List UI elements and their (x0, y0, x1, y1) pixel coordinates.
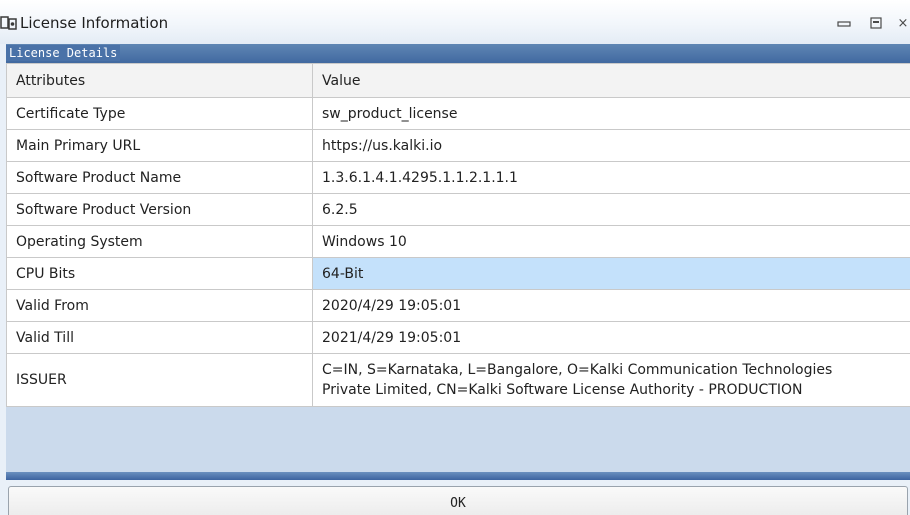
value-cell-selected[interactable]: 64-Bit (312, 257, 910, 290)
table-row[interactable]: Valid Till 2021/4/29 19:05:01 (6, 321, 910, 354)
issuer-line-2: Private Limited, CN=Kalki Software Licen… (322, 382, 803, 398)
attribute-cell[interactable]: CPU Bits (6, 257, 313, 290)
title-bar[interactable]: License Information × (0, 0, 910, 44)
attribute-cell[interactable]: Operating System (6, 225, 313, 258)
value-cell[interactable]: 2020/4/29 19:05:01 (312, 289, 910, 322)
value-cell[interactable]: 1.3.6.1.4.1.4295.1.1.2.1.1.1 (312, 161, 910, 194)
issuer-line-1: C=IN, S=Karnataka, L=Bangalore, O=Kalki … (322, 362, 833, 378)
column-header-value[interactable]: Value (312, 63, 910, 98)
value-cell-issuer[interactable]: C=IN, S=Karnataka, L=Bangalore, O=Kalki … (312, 353, 910, 407)
minimize-button[interactable] (834, 13, 854, 33)
attribute-cell[interactable]: Main Primary URL (6, 129, 313, 162)
ok-button[interactable]: OK (8, 486, 908, 515)
maximize-icon (870, 17, 882, 29)
bottom-divider-bar (6, 472, 910, 480)
table-row[interactable]: Operating System Windows 10 (6, 225, 910, 258)
attribute-cell[interactable]: ISSUER (6, 353, 313, 407)
license-app-icon (0, 16, 17, 30)
license-details-table: Attributes Value Certificate Type sw_pro… (6, 63, 910, 407)
license-information-window: License Information × License Details At… (0, 0, 910, 515)
license-details-group: License Details Attributes Value Certifi… (6, 44, 910, 472)
value-cell[interactable]: https://us.kalki.io (312, 129, 910, 162)
group-legend: License Details (6, 45, 121, 61)
value-cell[interactable]: 2021/4/29 19:05:01 (312, 321, 910, 354)
table-header-row: Attributes Value (6, 63, 910, 98)
window-title: License Information (20, 14, 169, 32)
minimize-icon (837, 21, 851, 27)
table-row[interactable]: Certificate Type sw_product_license (6, 97, 910, 130)
attribute-cell[interactable]: Software Product Name (6, 161, 313, 194)
value-cell[interactable]: sw_product_license (312, 97, 910, 130)
value-cell[interactable]: Windows 10 (312, 225, 910, 258)
close-button[interactable]: × (896, 13, 910, 33)
group-header-bar (6, 44, 910, 63)
table-row-issuer[interactable]: ISSUER C=IN, S=Karnataka, L=Bangalore, O… (6, 353, 910, 407)
column-header-attributes[interactable]: Attributes (6, 63, 313, 98)
table-row[interactable]: Valid From 2020/4/29 19:05:01 (6, 289, 910, 322)
table-row[interactable]: Main Primary URL https://us.kalki.io (6, 129, 910, 162)
table-row[interactable]: Software Product Name 1.3.6.1.4.1.4295.1… (6, 161, 910, 194)
table-row-selected[interactable]: CPU Bits 64-Bit (6, 257, 910, 290)
attribute-cell[interactable]: Valid From (6, 289, 313, 322)
value-cell[interactable]: 6.2.5 (312, 193, 910, 226)
attribute-cell[interactable]: Valid Till (6, 321, 313, 354)
attribute-cell[interactable]: Certificate Type (6, 97, 313, 130)
table-row[interactable]: Software Product Version 6.2.5 (6, 193, 910, 226)
maximize-button[interactable] (866, 13, 886, 33)
close-icon: × (897, 15, 909, 31)
attribute-cell[interactable]: Software Product Version (6, 193, 313, 226)
